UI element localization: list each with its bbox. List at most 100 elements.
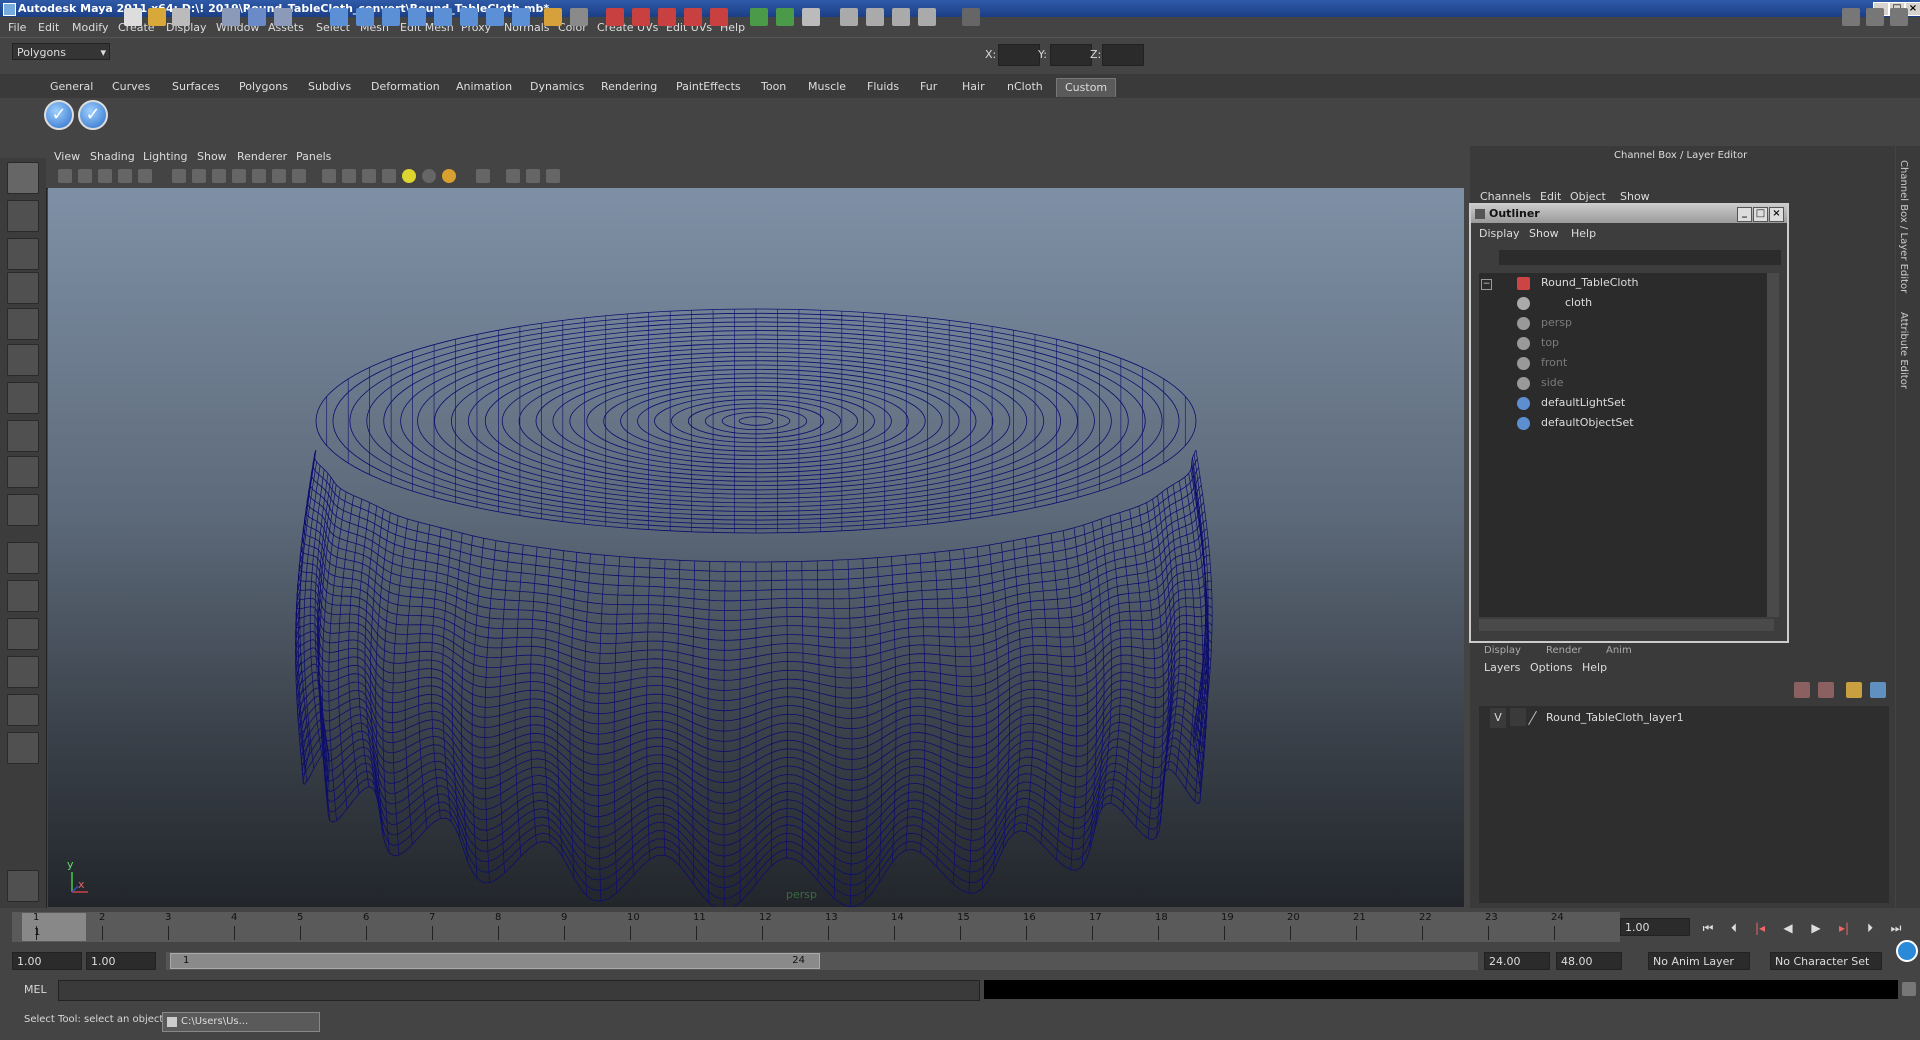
- gate-mask-icon[interactable]: [232, 169, 246, 183]
- menu-modify[interactable]: Modify: [72, 21, 108, 34]
- tab-curves[interactable]: Curves: [112, 78, 150, 96]
- textured-icon[interactable]: [382, 169, 396, 183]
- tab-channel-box-layer-editor[interactable]: Channel Box / Layer Editor: [1898, 160, 1909, 293]
- texture-icon[interactable]: [892, 8, 910, 26]
- graph-editor-layout-icon[interactable]: [7, 656, 39, 688]
- two-d-pan-icon[interactable]: [118, 169, 132, 183]
- single-perspective-layout-icon[interactable]: [7, 542, 39, 574]
- smooth-shade-icon[interactable]: [342, 169, 356, 183]
- animation-start-field[interactable]: 1.00: [12, 952, 82, 970]
- viewport-menu-view[interactable]: View: [54, 150, 80, 163]
- bookmark-icon[interactable]: [78, 169, 92, 183]
- layer-row[interactable]: V Round_TableCloth_layer1: [1486, 708, 1882, 728]
- tab-custom[interactable]: Custom: [1056, 78, 1117, 97]
- tab-polygons[interactable]: Polygons: [239, 78, 288, 96]
- tab-subdivs[interactable]: Subdivs: [308, 78, 351, 96]
- tab-fluids[interactable]: Fluids: [867, 78, 899, 96]
- quick-layout-icon[interactable]: [7, 870, 39, 902]
- history-icon[interactable]: [486, 8, 504, 26]
- layer-tab-anim[interactable]: Anim: [1606, 645, 1632, 656]
- new-layer-selected-icon[interactable]: [1818, 682, 1834, 698]
- viewport-menu-show[interactable]: Show: [197, 150, 227, 163]
- z-coordinate-field[interactable]: [1102, 44, 1144, 66]
- tab-hair[interactable]: Hair: [962, 78, 985, 96]
- minimized-window-item[interactable]: C:\Users\Us...: [162, 1012, 320, 1032]
- viewport-menu-shading[interactable]: Shading: [90, 150, 135, 163]
- layer-options-menu[interactable]: Options: [1530, 661, 1572, 674]
- ipr-render-icon[interactable]: [632, 8, 650, 26]
- current-time-field[interactable]: 1.00: [1620, 918, 1690, 936]
- hypershade-layout-icon[interactable]: [7, 694, 39, 726]
- custom-shelf-button-1[interactable]: ✓: [44, 100, 74, 130]
- snap-vertex-icon[interactable]: [460, 8, 478, 26]
- menu-file[interactable]: File: [8, 21, 26, 34]
- grease-pencil-icon[interactable]: [138, 169, 152, 183]
- four-view-layout-icon[interactable]: [7, 580, 39, 612]
- xray-view-icon[interactable]: [506, 169, 520, 183]
- isolate-select-icon[interactable]: [476, 169, 490, 183]
- command-language-label[interactable]: MEL: [24, 983, 47, 996]
- playback-end-field[interactable]: 24.00: [1484, 952, 1550, 970]
- layer-visibility-toggle[interactable]: V: [1490, 708, 1506, 728]
- lighting-icon[interactable]: [866, 8, 884, 26]
- layer-color-swatch[interactable]: [1528, 710, 1537, 726]
- channel-edit-menu[interactable]: Edit: [1540, 190, 1561, 203]
- tab-deformation[interactable]: Deformation: [371, 78, 440, 96]
- perspective-viewport[interactable]: persp y x: [48, 188, 1464, 907]
- snap-point-icon[interactable]: [382, 8, 400, 26]
- new-scene-icon[interactable]: [124, 8, 142, 26]
- tab-surfaces[interactable]: Surfaces: [172, 78, 220, 96]
- rotate-tool-icon[interactable]: [7, 308, 39, 340]
- outliner-menu-show[interactable]: Show: [1529, 227, 1559, 240]
- tab-toon[interactable]: Toon: [761, 78, 786, 96]
- lasso-tool-icon[interactable]: [7, 200, 39, 232]
- viewport-menu-lighting[interactable]: Lighting: [143, 150, 187, 163]
- viewport-menu-renderer[interactable]: Renderer: [237, 150, 287, 163]
- move-tool-icon[interactable]: [7, 272, 39, 304]
- select-component-icon[interactable]: [274, 8, 292, 26]
- tab-painteffects[interactable]: PaintEffects: [676, 78, 741, 96]
- custom-shelf-button-2[interactable]: ✓: [78, 100, 108, 130]
- show-editor-icon[interactable]: [802, 8, 820, 26]
- select-tool-icon[interactable]: [7, 162, 39, 194]
- new-layer-icon[interactable]: [1794, 682, 1810, 698]
- camera-icon[interactable]: [840, 8, 858, 26]
- paint-select-tool-icon[interactable]: [7, 238, 39, 270]
- tab-attribute-editor[interactable]: Attribute Editor: [1898, 312, 1909, 389]
- play-backwards-icon[interactable]: ◀: [1780, 921, 1796, 935]
- hypershade-icon[interactable]: [684, 8, 702, 26]
- playback-start-field[interactable]: 1.00: [86, 952, 156, 970]
- collapse-toggle[interactable]: −: [1481, 279, 1492, 290]
- channel-object-menu[interactable]: Object: [1570, 190, 1606, 203]
- open-scene-icon[interactable]: [148, 8, 166, 26]
- play-forwards-icon[interactable]: ▶: [1808, 921, 1824, 935]
- layer-move-up-icon[interactable]: [1846, 682, 1862, 698]
- snap-curve-icon[interactable]: [356, 8, 374, 26]
- input-line-icon[interactable]: [750, 8, 768, 26]
- tab-ncloth[interactable]: nCloth: [1007, 78, 1043, 96]
- layer-move-down-icon[interactable]: [1870, 682, 1886, 698]
- auto-key-icon[interactable]: [1896, 940, 1918, 962]
- wireframe-on-shaded-icon[interactable]: [362, 169, 376, 183]
- layer-tab-render[interactable]: Render: [1546, 645, 1582, 656]
- select-hierarchy-icon[interactable]: [222, 8, 240, 26]
- dopesheet-layout-icon[interactable]: [7, 732, 39, 764]
- channel-box-toggle-icon[interactable]: [1842, 8, 1860, 26]
- go-to-start-icon[interactable]: ⏮: [1700, 921, 1716, 935]
- render-settings-icon[interactable]: [658, 8, 676, 26]
- construction-history-icon[interactable]: [570, 8, 588, 26]
- safe-action-icon[interactable]: [272, 169, 286, 183]
- step-back-frame-icon[interactable]: ⏴: [1726, 921, 1742, 935]
- tab-general[interactable]: General: [50, 78, 93, 96]
- character-set-dropdown[interactable]: No Character Set: [1770, 952, 1882, 970]
- outliner-minimize-button[interactable]: _: [1737, 207, 1752, 222]
- save-scene-icon[interactable]: [172, 8, 190, 26]
- command-input[interactable]: [58, 980, 980, 1001]
- attribute-editor-toggle-icon[interactable]: [1866, 8, 1884, 26]
- tab-animation[interactable]: Animation: [456, 78, 512, 96]
- last-tool-icon[interactable]: [7, 494, 39, 526]
- channel-show-menu[interactable]: Show: [1620, 190, 1650, 203]
- film-gate-icon[interactable]: [192, 169, 206, 183]
- scale-tool-icon[interactable]: [7, 344, 39, 376]
- tab-dynamics[interactable]: Dynamics: [530, 78, 584, 96]
